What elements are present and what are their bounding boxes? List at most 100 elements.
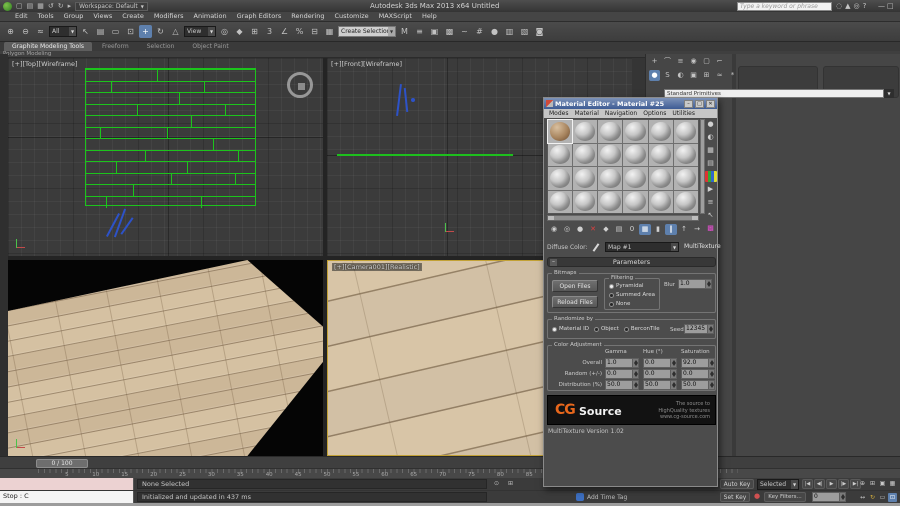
help-icon[interactable]: ? [863, 1, 867, 11]
sample-slot[interactable] [573, 190, 598, 213]
random-hue-spinner[interactable]: 0.0 [643, 369, 677, 379]
track-bar[interactable]: 5101520253035404550556065707580859095100 [0, 468, 900, 478]
parameters-rollout-header[interactable]: – Parameters [547, 257, 716, 267]
redo-icon[interactable]: ↻ [57, 1, 65, 11]
put-to-scene-icon[interactable]: ◎ [561, 224, 573, 235]
selection-filter-dropdown[interactable]: All ▼ [49, 26, 77, 37]
ribbon-tab-object-paint[interactable]: Object Paint [184, 42, 236, 51]
orbit-icon[interactable]: ↻ [868, 493, 877, 502]
next-frame-button[interactable]: |▶ [838, 479, 849, 489]
sample-slot-selected[interactable] [546, 119, 574, 144]
communication-center-icon[interactable]: ◎ [854, 1, 860, 11]
project-folder-icon[interactable]: ▸ [67, 1, 73, 11]
cg-source-banner[interactable]: CG Source The source to HighQuality textu… [547, 395, 716, 425]
sample-type-icon[interactable]: ● [705, 119, 717, 130]
snaps-toggle-icon[interactable]: 3 [263, 25, 276, 38]
mat-menu-navigation[interactable]: Navigation [602, 110, 640, 117]
viewport-camera-label[interactable]: [+][Camera001][Realistic] [332, 263, 422, 271]
sample-slot[interactable] [648, 120, 673, 143]
zoom-region-icon[interactable]: ▭ [878, 493, 887, 502]
menu-tools[interactable]: Tools [33, 12, 59, 21]
menu-create[interactable]: Create [117, 12, 149, 21]
map-type-button[interactable]: MultiTexture [684, 242, 721, 252]
time-slider-handle[interactable]: 0 / 100 [36, 459, 88, 468]
go-to-parent-icon[interactable]: ↑ [678, 224, 690, 235]
sign-in-icon[interactable]: ▲ [845, 1, 850, 11]
render-setup-icon[interactable]: ▥ [503, 25, 516, 38]
menu-graph-editors[interactable]: Graph Editors [232, 12, 287, 21]
dialog-minimize-button[interactable]: – [684, 99, 693, 108]
percent-snap-icon[interactable]: % [293, 25, 306, 38]
menu-rendering[interactable]: Rendering [286, 12, 329, 21]
macro-recorder-panel[interactable] [0, 478, 134, 490]
sample-slot[interactable] [598, 190, 623, 213]
workspace-dropdown[interactable]: Workspace: Default ▼ [75, 1, 148, 11]
sample-slot[interactable] [548, 190, 573, 213]
menu-edit[interactable]: Edit [10, 12, 33, 21]
dialog-maximize-button[interactable]: □ [695, 99, 704, 108]
previous-frame-button[interactable]: ◀| [814, 479, 825, 489]
select-and-manipulate-icon[interactable]: ◆ [233, 25, 246, 38]
sample-slot[interactable] [623, 167, 648, 190]
edit-selection-sets-icon[interactable]: ▦ [323, 25, 336, 38]
rectangular-selection-icon[interactable]: ▭ [109, 25, 122, 38]
mat-menu-material[interactable]: Material [571, 110, 601, 117]
distribution-hue-spinner[interactable]: 50.0 [643, 380, 677, 390]
viewport-perspective[interactable] [8, 260, 323, 456]
show-background-icon[interactable]: ‖ [665, 224, 677, 235]
sample-slot[interactable] [673, 167, 698, 190]
open-file-icon[interactable]: ▤ [26, 1, 35, 11]
chevron-down-icon[interactable]: ▼ [884, 89, 894, 98]
utilities-tab-icon[interactable]: ⌐ [714, 56, 725, 67]
save-file-icon[interactable]: ▦ [36, 1, 45, 11]
cameras-icon[interactable]: ▣ [688, 70, 699, 81]
blur-spinner[interactable]: 1.0 [678, 279, 712, 289]
randomize-bercontile-radio[interactable]: BerconTile [623, 326, 660, 333]
mat-menu-options[interactable]: Options [640, 110, 669, 117]
ribbon-tab-selection[interactable]: Selection [139, 42, 183, 51]
random-saturation-spinner[interactable]: 0.0 [681, 369, 715, 379]
viewport-front-label[interactable]: [+][Front][Wireframe] [331, 60, 402, 68]
mat-menu-utilities[interactable]: Utilities [669, 110, 698, 117]
select-by-name-icon[interactable]: ▤ [94, 25, 107, 38]
mirror-icon[interactable]: M [398, 25, 411, 38]
get-material-icon[interactable]: ◉ [548, 224, 560, 235]
sample-slot[interactable] [623, 143, 648, 166]
sample-slot[interactable] [598, 143, 623, 166]
create-tab-icon[interactable]: + [649, 56, 660, 67]
selection-sets-dropdown[interactable]: Create Selection Set▼ [338, 26, 396, 37]
sample-slot[interactable] [598, 167, 623, 190]
sample-slot[interactable] [623, 120, 648, 143]
play-button[interactable]: ▶ [826, 479, 837, 489]
schematic-view-icon[interactable]: # [473, 25, 486, 38]
zoom-extents-all-icon[interactable]: ▦ [888, 479, 897, 488]
window-crossing-icon[interactable]: ⊡ [124, 25, 137, 38]
seed-spinner[interactable]: 12345 [684, 324, 714, 334]
sample-slot[interactable] [673, 190, 698, 213]
sample-slot[interactable] [573, 167, 598, 190]
sample-slot[interactable] [648, 143, 673, 166]
unlink-selection-icon[interactable]: ⊖ [19, 25, 32, 38]
select-object-icon[interactable]: ↖ [79, 25, 92, 38]
use-pivot-point-icon[interactable]: ◎ [218, 25, 231, 38]
motion-tab-icon[interactable]: ◉ [688, 56, 699, 67]
pick-color-icon[interactable] [592, 243, 600, 252]
menu-group[interactable]: Group [59, 12, 89, 21]
spinner-snap-icon[interactable]: ⊟ [308, 25, 321, 38]
material-id-channel-icon[interactable]: 0 [626, 224, 638, 235]
ribbon-tab-freeform[interactable]: Freeform [94, 42, 137, 51]
menu-views[interactable]: Views [88, 12, 117, 21]
select-and-scale-icon[interactable]: △ [169, 25, 182, 38]
sample-slot[interactable] [548, 167, 573, 190]
random-gamma-spinner[interactable]: 0.0 [605, 369, 639, 379]
select-and-move-icon[interactable]: + [139, 25, 152, 38]
distribution-gamma-spinner[interactable]: 50.0 [605, 380, 639, 390]
reset-map-icon[interactable]: ✕ [587, 224, 599, 235]
app-logo-icon[interactable] [3, 1, 12, 11]
material-map-navigator-icon[interactable]: ▩ [705, 223, 717, 234]
sample-slot[interactable] [573, 120, 598, 143]
select-and-rotate-icon[interactable]: ↻ [154, 25, 167, 38]
make-copy-icon[interactable]: ◆ [600, 224, 612, 235]
open-files-button[interactable]: Open Files [552, 280, 598, 292]
mat-menu-modes[interactable]: Modes [546, 110, 571, 117]
